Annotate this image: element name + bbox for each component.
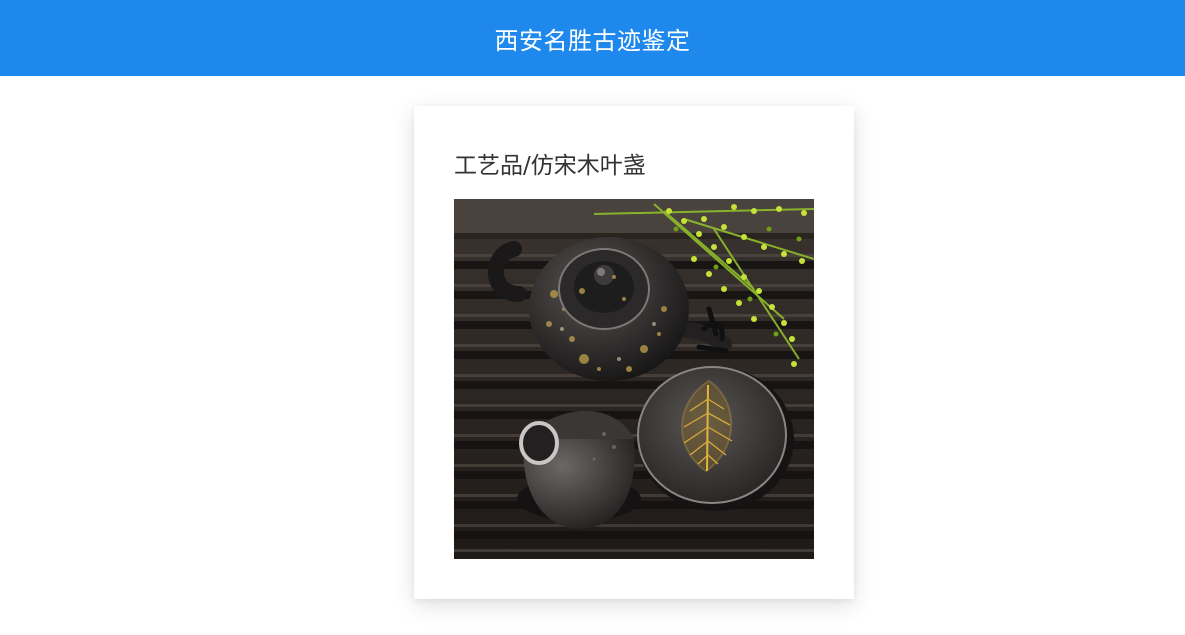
app-header: 西安名胜古迹鉴定	[0, 0, 1185, 76]
artifact-photo	[454, 199, 814, 559]
artifact-title: 工艺品/仿宋木叶盏	[454, 153, 646, 179]
artifact-card: 工艺品/仿宋木叶盏	[414, 106, 854, 599]
app-title: 西安名胜古迹鉴定	[494, 26, 691, 55]
